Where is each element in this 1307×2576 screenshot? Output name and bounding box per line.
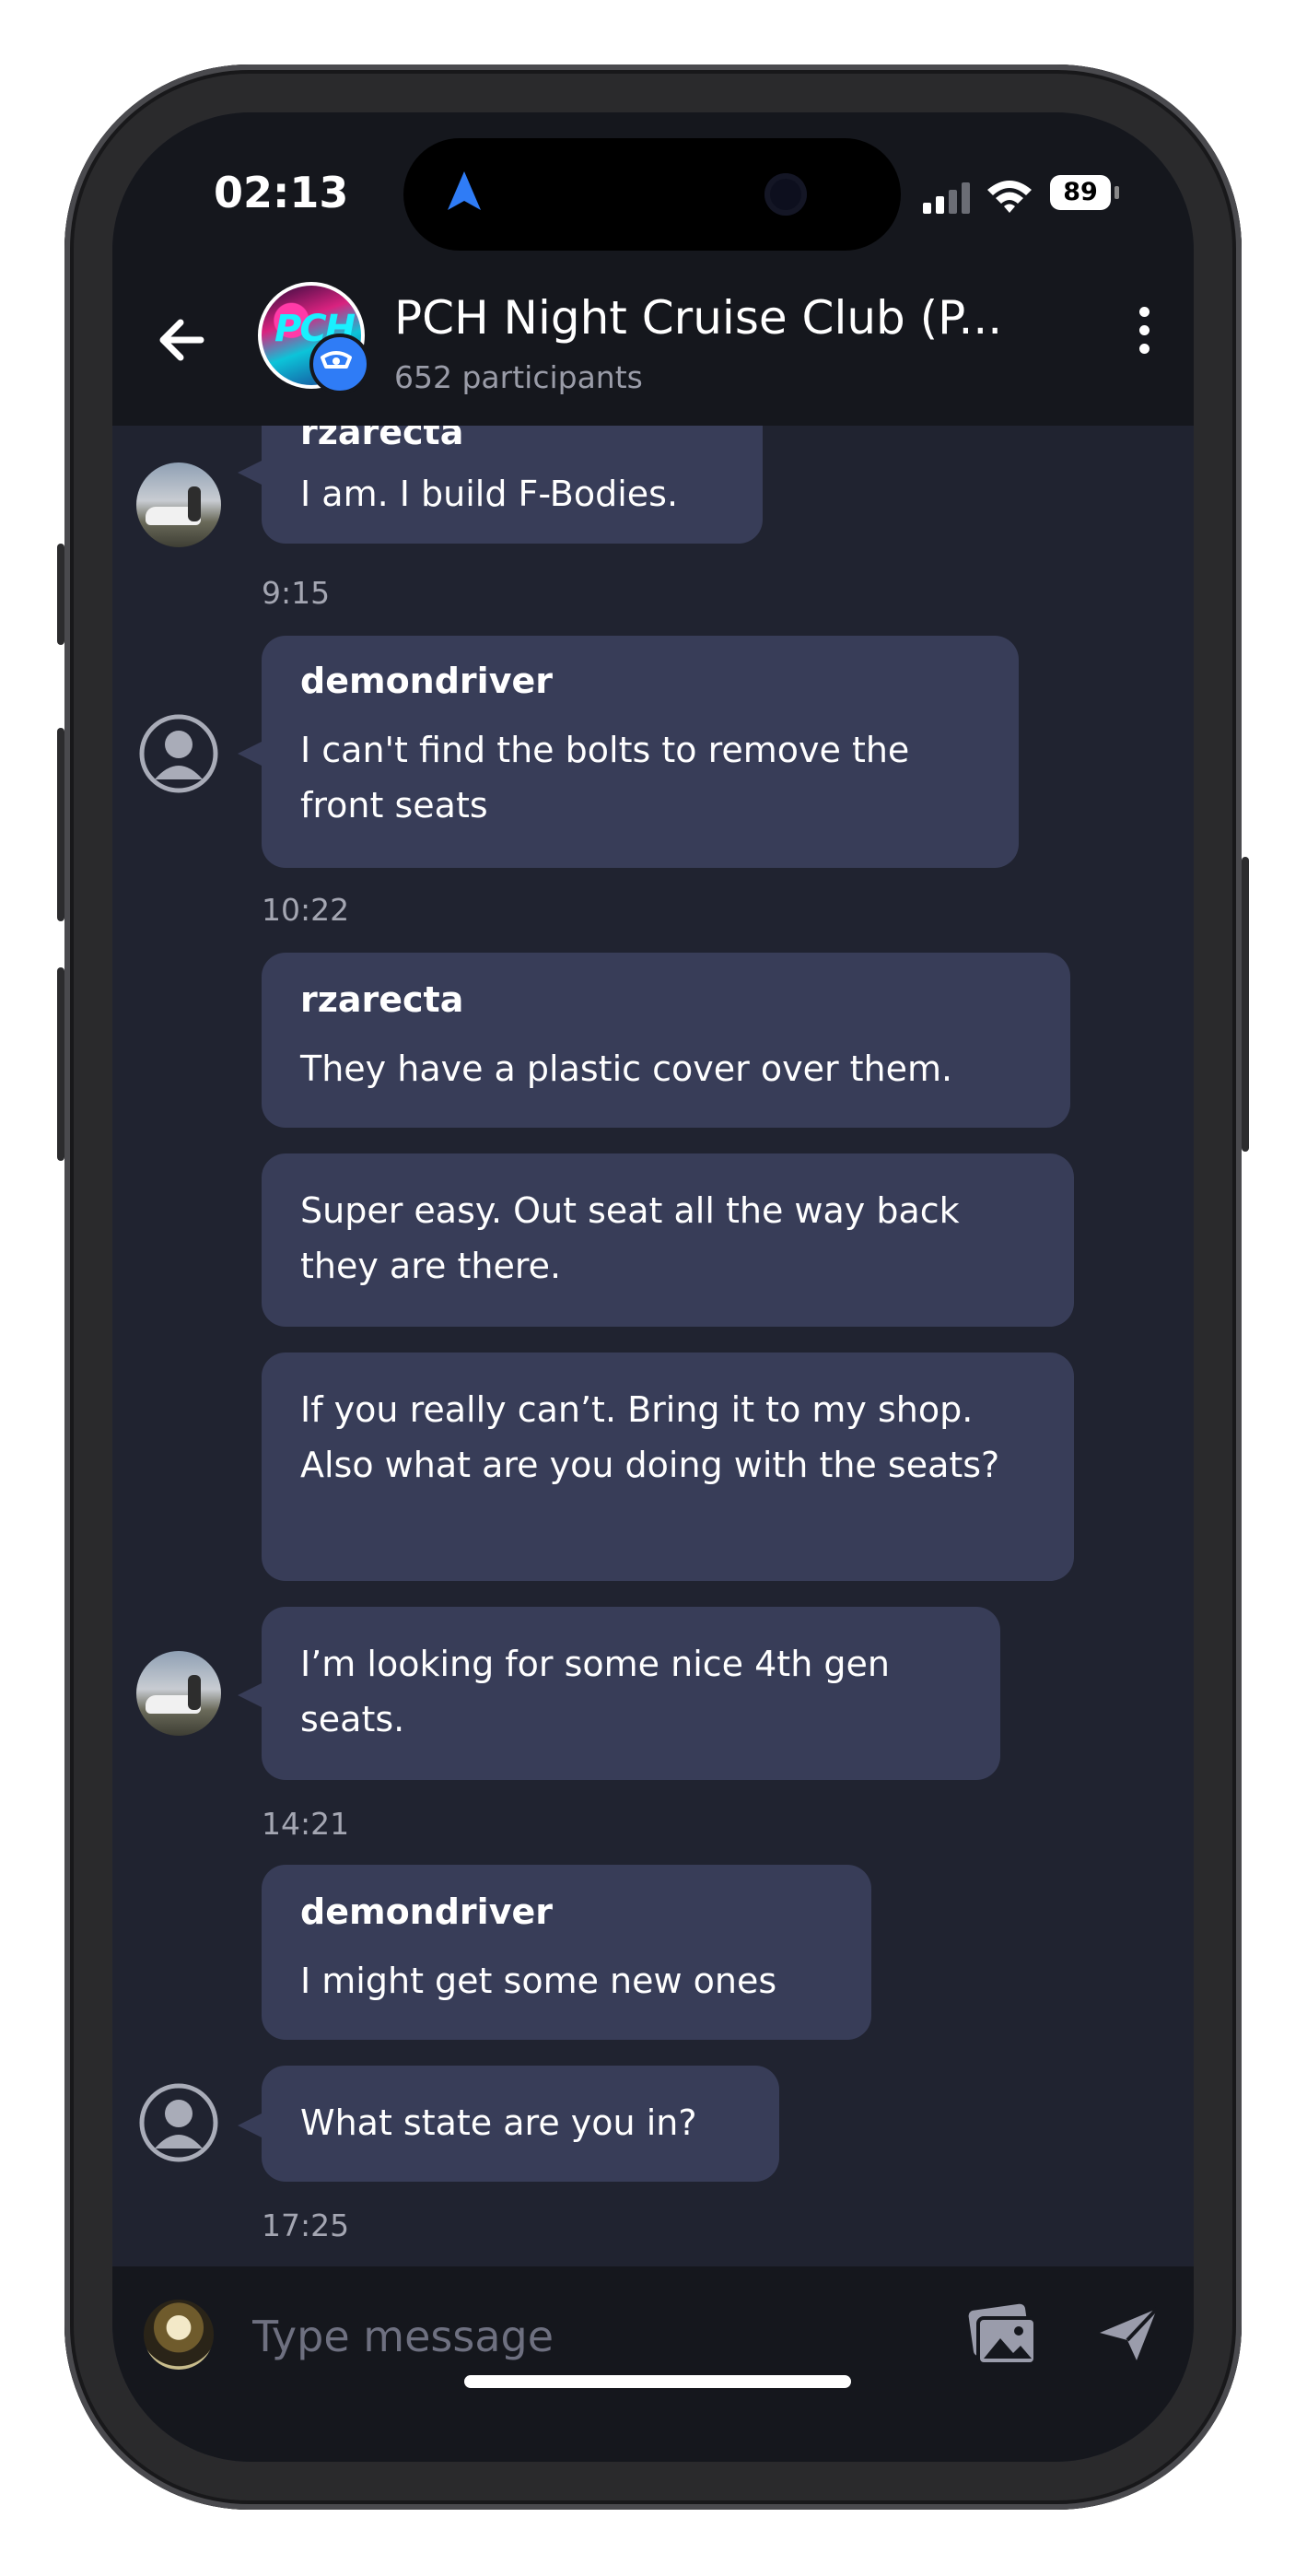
side-button — [57, 544, 64, 645]
image-icon[interactable] — [967, 2303, 1039, 2368]
phone-screen: 02:13 89 PCH PCH Night Cruise Club (P...… — [112, 112, 1194, 2462]
side-button — [1242, 857, 1249, 1152]
user-placeholder-icon[interactable] — [136, 711, 221, 796]
message-bubble[interactable]: rzarecta They have a plastic cover over … — [262, 953, 1070, 1128]
admin-badge-icon — [309, 334, 370, 394]
message-composer — [112, 2266, 1194, 2462]
message-text: If you really can’t. Bring it to my shop… — [300, 1389, 1000, 1485]
location-arrow-icon — [448, 171, 481, 210]
avatar[interactable] — [136, 1651, 221, 1736]
avatar-person — [188, 1675, 201, 1710]
battery-indicator: 89 — [1050, 175, 1111, 210]
chat-header: PCH PCH Night Cruise Club (P... 652 part… — [112, 251, 1194, 426]
my-avatar[interactable] — [144, 2300, 214, 2370]
message-sender: rzarecta — [300, 426, 464, 452]
message-text: What state are you in? — [300, 2102, 697, 2143]
message-input[interactable] — [251, 2294, 853, 2379]
message-bubble[interactable]: If you really can’t. Bring it to my shop… — [262, 1352, 1074, 1581]
wifi-icon — [987, 181, 1032, 213]
message-time: 17:25 — [262, 2207, 350, 2243]
message-time: 9:15 — [262, 575, 331, 611]
message-time: 14:21 — [262, 1806, 350, 1842]
signal-icon — [923, 182, 970, 214]
back-arrow-icon[interactable] — [149, 308, 214, 372]
message-time: 10:22 — [262, 892, 350, 928]
message-text: I might get some new ones — [300, 1961, 777, 2001]
dynamic-island — [403, 138, 901, 251]
more-vertical-icon[interactable] — [1126, 299, 1162, 381]
home-indicator[interactable] — [464, 2375, 851, 2388]
message-text: I can't find the bolts to remove the fro… — [300, 730, 910, 825]
message-bubble[interactable]: I’m looking for some nice 4th gen seats. — [238, 1607, 1000, 1780]
user-placeholder-icon[interactable] — [136, 2080, 221, 2165]
send-icon[interactable] — [1096, 2305, 1161, 2364]
message-bubble[interactable]: rzarecta I am. I build F-Bodies. — [238, 426, 763, 544]
side-button — [57, 728, 64, 921]
participant-count: 652 participants — [394, 359, 643, 395]
message-sender: demondriver — [300, 1891, 553, 1932]
message-bubble[interactable]: demondriver I can't find the bolts to re… — [238, 636, 1019, 868]
chat-title[interactable]: PCH Night Cruise Club (P... — [394, 291, 1076, 345]
message-text: They have a plastic cover over them. — [300, 1048, 953, 1089]
status-time: 02:13 — [214, 168, 349, 217]
avatar[interactable] — [136, 463, 221, 547]
message-bubble[interactable]: Super easy. Out seat all the way back th… — [262, 1153, 1074, 1327]
message-bubble[interactable]: demondriver I might get some new ones — [262, 1865, 871, 2040]
camera-icon — [764, 173, 807, 216]
message-text: Super easy. Out seat all the way back th… — [300, 1190, 960, 1286]
side-button — [57, 967, 64, 1161]
battery-nub — [1114, 186, 1119, 199]
message-sender: demondriver — [300, 661, 553, 701]
message-sender: rzarecta — [300, 979, 464, 1020]
status-bar: 02:13 89 — [112, 112, 1194, 251]
message-bubble[interactable]: What state are you in? — [238, 2066, 779, 2182]
message-text: I am. I build F-Bodies. — [300, 474, 679, 514]
avatar-person — [188, 486, 201, 521]
message-text: I’m looking for some nice 4th gen seats. — [300, 1644, 890, 1739]
message-list[interactable]: rzarecta I am. I build F-Bodies. 9:15 de… — [112, 426, 1194, 2266]
